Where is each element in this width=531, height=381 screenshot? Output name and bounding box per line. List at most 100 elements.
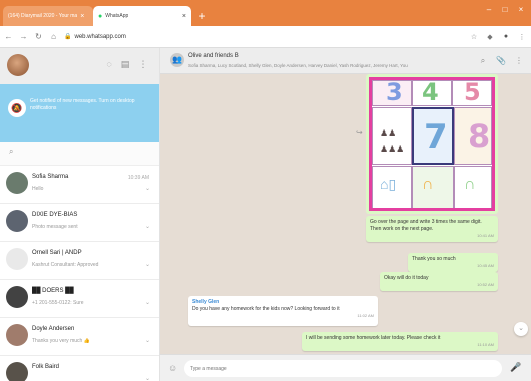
profile-icon[interactable]: ● (501, 33, 511, 40)
message-input[interactable] (184, 360, 502, 377)
outgoing-message[interactable]: Thank you so much 10:45 AM (408, 253, 498, 272)
avatar (6, 362, 28, 381)
sidebar-header: ◌ ▤ ⋮ (0, 48, 159, 84)
avatar (6, 324, 28, 346)
chevron-down-icon[interactable]: ⌄ (145, 299, 150, 306)
chat-name: Folk Baird (32, 364, 60, 370)
menu-icon[interactable]: ⋮ (138, 59, 148, 70)
status-icon[interactable]: ◌ (104, 59, 114, 69)
chat-list-item[interactable]: Doyle Andersen Thanks you very much 👍 ⌄ (0, 318, 159, 356)
message-text: Thank you so much (412, 256, 456, 262)
new-chat-icon[interactable]: ▤ (120, 59, 130, 70)
chevron-down-icon[interactable]: ⌄ (145, 261, 150, 268)
chat-preview: Photo message sent (32, 224, 78, 230)
chat-name: Doyle Andersen (32, 326, 75, 332)
forward-icon[interactable]: → (19, 32, 28, 41)
star-icon[interactable]: ☆ (469, 33, 479, 41)
outgoing-message[interactable]: Go over the page and write 3 times the s… (366, 216, 498, 242)
home-icon[interactable]: ⌂ (49, 32, 58, 41)
tab-whatsapp[interactable]: ● WhatsApp × (93, 6, 191, 26)
message-text: Go over the page and write 3 times the s… (370, 219, 482, 232)
avatar[interactable] (7, 54, 29, 76)
message-text: Do you have any homework for the kids no… (192, 306, 340, 312)
chat-preview: Kashrut Consultant: Approved (32, 262, 99, 268)
tab-label: WhatsApp (105, 13, 129, 19)
back-icon[interactable]: ← (4, 32, 13, 41)
chat-list-item[interactable]: Sofia Sharma Hello 10:39 AM ⌄ (0, 166, 159, 204)
drawing-icon: ♟♟ (380, 128, 397, 138)
sender-name: Shelly Glen (192, 299, 220, 305)
avatar (6, 210, 28, 232)
chat-participants: Sofia Sharma, Lucy Scotland, Shelly Glen… (188, 63, 408, 68)
incoming-message[interactable]: Shelly Glen Do you have any homework for… (188, 296, 378, 326)
drawing-icon: ♟♟♟ (380, 144, 405, 154)
chat-list-item[interactable]: ██ DOERS ██ +1 201-555-0122: Sure ⌄ (0, 280, 159, 318)
chat-list-item[interactable]: DIXIE DYE-BIAS Photo message sent ⌄ (0, 204, 159, 242)
message-text: Okay will do it today (384, 275, 429, 281)
composer-bar: ☺ 🎤 (160, 354, 531, 381)
chat-title: Olive and friends B (188, 53, 239, 59)
message-time: 11:02 AM (357, 313, 374, 318)
maximize-button[interactable]: □ (498, 5, 512, 14)
chevron-down-icon[interactable]: ⌄ (145, 375, 150, 381)
image-digit: 8 (468, 117, 491, 155)
chat-list-item[interactable]: Folk Baird ⌄ (0, 356, 159, 381)
chat-preview: Hello (32, 186, 44, 192)
avatar (6, 248, 28, 270)
chat-list-pane: ◌ ▤ ⋮ 🔕 Get notified of new messages. Tu… (0, 48, 160, 381)
chat-list-item[interactable]: Ornell Sari | ANDP Kashrut Consultant: Ap… (0, 242, 159, 280)
message-time: 10:52 AM (477, 282, 494, 287)
message-time: 10:41 AM (477, 233, 494, 238)
minimize-button[interactable]: – (482, 5, 496, 14)
whatsapp-favicon-icon: ● (98, 12, 103, 20)
message-text: I will be sending some homework later to… (306, 335, 441, 341)
image-digit: 5 (464, 78, 481, 106)
drawing-icon: ∩ (464, 176, 476, 193)
scroll-down-button[interactable]: ⌄ (514, 322, 528, 336)
extension-icon[interactable]: ◆ (485, 33, 495, 41)
chevron-down-icon[interactable]: ⌄ (145, 337, 150, 344)
conversation-pane: 👥 Olive and friends B Sofia Sharma, Lucy… (160, 48, 531, 381)
reload-icon[interactable]: ↻ (34, 32, 43, 41)
chat-name: DIXIE DYE-BIAS (32, 212, 78, 218)
image-message[interactable]: 3 4 5 7 8 ♟♟ ♟♟♟ ⌂▯ ∩ ∩ (366, 74, 498, 214)
tab-label: (164) Diarymail 2020 - Your ma (8, 13, 78, 19)
tab-diarymail[interactable]: (164) Diarymail 2020 - Your ma × (3, 6, 93, 26)
search-bar[interactable]: ⌕ (0, 142, 159, 166)
chat-name: Sofia Sharma (32, 174, 69, 180)
homework-image[interactable]: 3 4 5 7 8 ♟♟ ♟♟♟ ⌂▯ ∩ ∩ (369, 77, 495, 211)
microphone-icon[interactable]: 🎤 (510, 362, 521, 373)
chat-name: Ornell Sari | ANDP (32, 250, 82, 256)
attach-icon[interactable]: 📎 (496, 56, 506, 65)
search-icon[interactable]: ⌕ (9, 147, 13, 157)
chat-time: 10:39 AM (127, 175, 149, 181)
emoji-icon[interactable]: ☺ (168, 363, 177, 373)
menu-icon[interactable]: ⋮ (514, 56, 524, 65)
group-avatar-icon[interactable]: 👥 (170, 53, 184, 67)
outgoing-message[interactable]: Okay will do it today 10:52 AM (380, 272, 498, 291)
banner-text: Get notified of new messages. Turn on de… (30, 98, 135, 111)
message-time: 10:45 AM (477, 263, 494, 268)
forward-icon[interactable]: ↪ (356, 128, 366, 138)
outgoing-message[interactable]: I will be sending some homework later to… (302, 332, 498, 351)
conversation-header[interactable]: 👥 Olive and friends B Sofia Sharma, Lucy… (160, 48, 531, 74)
browser-menu-icon[interactable]: ⋮ (517, 33, 527, 41)
chevron-down-icon[interactable]: ⌄ (145, 223, 150, 230)
image-digit: 4 (422, 78, 439, 106)
chevron-down-icon[interactable]: ⌄ (145, 185, 150, 192)
chat-preview: +1 201-555-0122: Sure (32, 300, 84, 306)
avatar (6, 286, 28, 308)
drawing-icon: ⌂▯ (380, 176, 397, 192)
close-tab-icon[interactable]: × (182, 13, 186, 20)
address-toolbar: ← → ↻ ⌂ 🔒 web.whatsapp.com ☆ ◆ ● ⋮ (0, 26, 531, 48)
close-tab-icon[interactable]: × (80, 13, 84, 20)
image-digit: 7 (424, 117, 448, 157)
close-window-button[interactable]: × (514, 5, 528, 14)
new-tab-button[interactable]: + (195, 9, 209, 23)
chat-name: ██ DOERS ██ (32, 288, 74, 294)
search-icon[interactable]: ⌕ (478, 56, 488, 66)
message-time: 11:10 AM (477, 342, 494, 347)
address-bar[interactable]: 🔒 web.whatsapp.com (64, 30, 463, 44)
url-text: web.whatsapp.com (74, 33, 126, 40)
notification-banner[interactable]: 🔕 Get notified of new messages. Turn on … (0, 84, 159, 142)
